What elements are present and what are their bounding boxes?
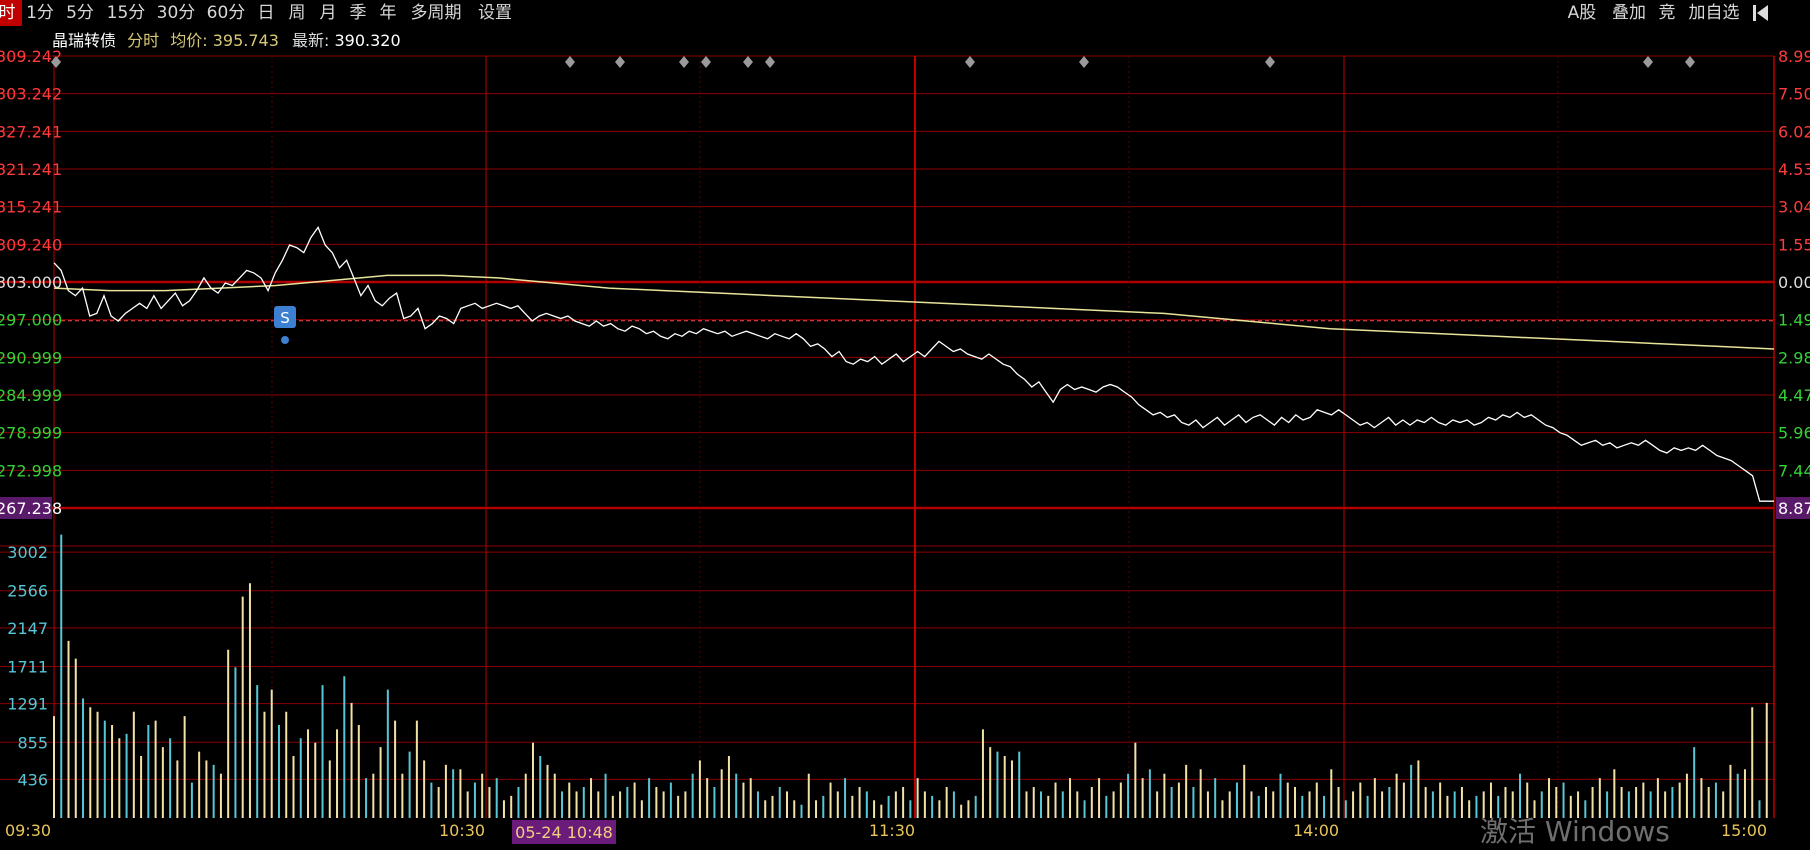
price-tick: 284.999 [0, 386, 62, 405]
time-tick: 09:30 [5, 821, 51, 840]
time-tick: 10:30 [439, 821, 485, 840]
time-tick: 15:00 [1721, 821, 1767, 840]
pct-tick: 6.02 [1778, 122, 1810, 141]
pct-tick: 4.47 [1778, 386, 1810, 405]
price-tick: 297.000 [0, 311, 62, 330]
volume-tick: 1711 [7, 657, 48, 676]
pct-tick: 0.00 [1778, 273, 1810, 292]
event-diamond-marker [1685, 56, 1695, 68]
intraday-chart[interactable]: 309.242303.242327.241321.241315.241309.2… [0, 0, 1810, 845]
pct-tick: 1.55 [1778, 235, 1810, 254]
pct-tick: 3.04 [1778, 198, 1810, 217]
volume-tick: 1291 [7, 695, 48, 714]
event-diamond-marker [743, 56, 753, 68]
event-diamond-marker [1643, 56, 1653, 68]
pct-tick: 7.44 [1778, 461, 1810, 480]
pct-tick: 8.99 [1778, 47, 1810, 66]
pct-tick: 2.98 [1778, 348, 1810, 367]
pct-tick: 7.50 [1778, 85, 1810, 104]
price-tick: 272.998 [0, 461, 62, 480]
windows-watermark: 激活 Windows [1480, 815, 1670, 848]
volume-tick: 3002 [7, 543, 48, 562]
volume-tick: 2147 [7, 619, 48, 638]
pct-tick: 4.53 [1778, 160, 1810, 179]
event-diamond-marker [615, 56, 625, 68]
event-diamond-marker [701, 56, 711, 68]
price-tick: 315.241 [0, 198, 62, 217]
event-diamond-marker [1079, 56, 1089, 68]
event-diamond-marker [565, 56, 575, 68]
price-tick: 309.240 [0, 235, 62, 254]
event-diamond-marker [1265, 56, 1275, 68]
time-tick: 14:00 [1293, 821, 1339, 840]
price-tick: 327.241 [0, 122, 62, 141]
price-tick: 290.999 [0, 348, 62, 367]
time-tick: 11:30 [869, 821, 915, 840]
volume-tick: 2566 [7, 582, 48, 601]
signal-label: S [280, 309, 290, 327]
price-tick: 303.000 [0, 273, 62, 292]
pct-tick: 5.96 [1778, 424, 1810, 443]
volume-tick: 436 [17, 770, 48, 789]
price-tick: 303.242 [0, 85, 62, 104]
price-tick: 321.241 [0, 160, 62, 179]
event-diamond-marker [679, 56, 689, 68]
price-tick: 267.238 [0, 499, 62, 518]
event-diamond-marker [765, 56, 775, 68]
volume-tick: 855 [17, 733, 48, 752]
pct-tick: 8.87 [1778, 499, 1810, 518]
signal-dot [281, 336, 289, 344]
price-tick: 278.999 [0, 424, 62, 443]
cursor-time-label: 05-24 10:48 [515, 823, 613, 842]
event-diamond-marker [965, 56, 975, 68]
pct-tick: 1.49 [1778, 311, 1810, 330]
